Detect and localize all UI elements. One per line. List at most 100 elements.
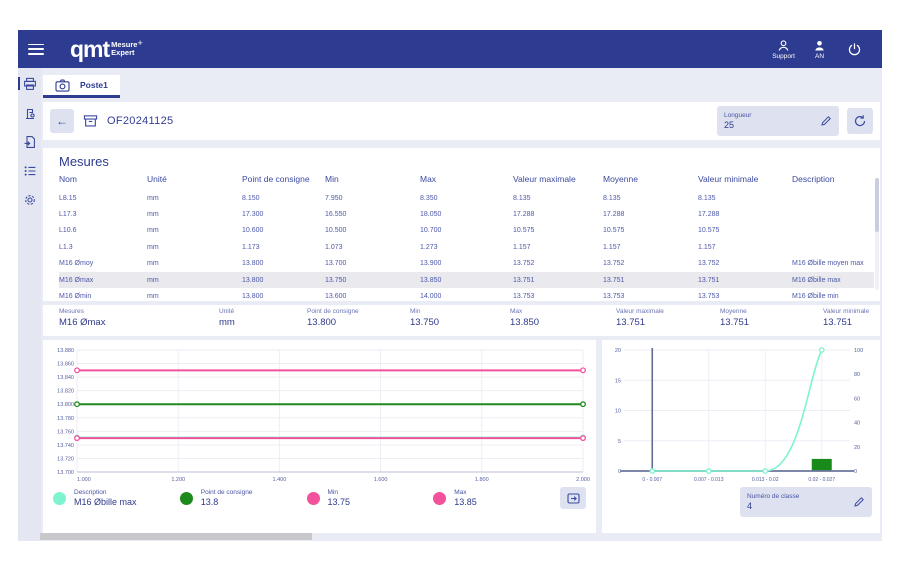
app-logo: qmt Mesure Expert + (70, 39, 143, 59)
longueur-label: Longueur (724, 112, 751, 119)
detail-value: 13.750 (410, 317, 510, 328)
svg-text:100: 100 (854, 348, 863, 354)
table-row[interactable]: M16 Ømoymm13.80013.70013.90013.75213.752… (59, 256, 874, 272)
printer-icon (23, 77, 37, 91)
table-cell: 17.288 (513, 211, 603, 218)
horizontal-scrollbar[interactable] (40, 533, 312, 540)
table-cell: 13.752 (603, 260, 698, 267)
user-account-button[interactable]: AN (813, 39, 826, 60)
active-item-indicator (18, 77, 20, 90)
table-scrollbar[interactable] (875, 178, 879, 290)
support-button[interactable]: Support (772, 39, 795, 60)
table-cell: 13.600 (325, 293, 420, 300)
user-icon (813, 39, 826, 52)
table-cell: 18.050 (420, 211, 513, 218)
legend-item[interactable]: Max13.85 (433, 489, 560, 507)
expand-chart-icon (567, 493, 580, 504)
legend-item[interactable]: Min13.75 (307, 489, 434, 507)
svg-text:60: 60 (854, 396, 860, 402)
longueur-field[interactable]: Longueur 25 (717, 106, 839, 136)
column-header[interactable]: Nom (59, 174, 147, 184)
measures-table-body: L8.15mm8.1507.9508.3508.1358.1358.135L17… (59, 190, 874, 301)
table-cell: 7.950 (325, 195, 420, 202)
sidebar-item-export[interactable] (23, 135, 37, 149)
sidebar-item-measure[interactable] (23, 77, 37, 91)
table-row[interactable]: L8.15mm8.1507.9508.3508.1358.1358.135 (59, 190, 874, 206)
table-cell: 10.575 (513, 227, 603, 234)
table-cell: 13.800 (242, 260, 325, 267)
table-row[interactable]: L17.3mm17.30016.55018.05017.28817.28817.… (59, 206, 874, 222)
column-header[interactable]: Unité (147, 174, 242, 184)
back-arrow-icon: ← (56, 114, 68, 128)
order-icon (83, 114, 98, 128)
table-cell: mm (147, 195, 242, 202)
table-row[interactable]: M16 Ømaxmm13.80013.75013.85013.75113.751… (59, 272, 874, 288)
column-header[interactable]: Moyenne (603, 174, 698, 184)
logout-button[interactable] (847, 42, 862, 57)
table-cell: 1.073 (325, 244, 420, 251)
svg-text:1.000: 1.000 (77, 477, 91, 483)
table-cell: 17.288 (603, 211, 698, 218)
classes-field[interactable]: Numéro de classe 4 (740, 487, 872, 517)
table-cell: mm (147, 244, 242, 251)
table-row[interactable]: L10.6mm10.60010.50010.70010.57510.57510.… (59, 223, 874, 239)
sidebar-item-settings[interactable] (23, 193, 37, 207)
column-header[interactable]: Valeur minimale (698, 174, 792, 184)
svg-text:13.860: 13.860 (57, 362, 74, 368)
svg-text:13.840: 13.840 (57, 375, 74, 381)
detail-value: M16 Ømax (59, 317, 219, 328)
legend-label: Min (328, 489, 351, 496)
table-cell: 13.751 (698, 277, 792, 284)
column-header[interactable]: Valeur maximale (513, 174, 603, 184)
column-header[interactable]: Point de consigne (242, 174, 325, 184)
table-cell: 8.350 (420, 195, 513, 202)
detail-field: Valeur maximale13.751 (616, 308, 720, 336)
edit-pencil-icon[interactable] (820, 115, 832, 127)
table-cell: L1.3 (59, 244, 147, 251)
table-cell: 13.751 (603, 277, 698, 284)
histogram-chart[interactable]: 051015200204060801000 - 0.0070.007 - 0.0… (606, 345, 874, 485)
table-cell: 1.157 (698, 244, 792, 251)
svg-text:1.800: 1.800 (475, 477, 489, 483)
table-cell: 1.273 (420, 244, 513, 251)
sidebar-item-list[interactable] (23, 164, 37, 178)
detail-field: MesuresM16 Ømax (59, 308, 219, 336)
machine-icon (23, 106, 37, 120)
list-icon (23, 164, 37, 178)
tab-poste1[interactable]: Poste1 (43, 75, 120, 98)
table-row[interactable]: L1.3mm1.1731.0731.2731.1571.1571.157 (59, 239, 874, 255)
table-cell: M16 Ømin (59, 293, 147, 300)
table-cell: M16 Øbille min (792, 293, 874, 300)
svg-text:2.000: 2.000 (576, 477, 590, 483)
svg-text:1.600: 1.600 (374, 477, 388, 483)
legend-item[interactable]: DescriptionM16 Øbille max (53, 489, 180, 507)
svg-text:0.02 - 0.027: 0.02 - 0.027 (808, 477, 835, 483)
detail-field: Moyenne13.751 (720, 308, 823, 336)
measure-line-chart[interactable]: 1.0001.2001.4001.6001.8002.00013.88013.8… (47, 345, 592, 485)
table-cell: mm (147, 211, 242, 218)
edit-pencil-icon[interactable] (853, 496, 865, 508)
svg-text:10: 10 (615, 409, 621, 415)
svg-text:0.013 - 0.02: 0.013 - 0.02 (752, 477, 779, 483)
logo-text: qmt (70, 39, 109, 59)
detail-label: Unité (219, 308, 307, 315)
table-cell: 13.752 (513, 260, 603, 267)
tab-bar: Poste1 (43, 75, 880, 98)
sidebar-item-machine[interactable] (23, 106, 37, 120)
selected-measure-detail: MesuresM16 ØmaxUnitémmPoint de consigne1… (43, 305, 880, 336)
expand-chart-button[interactable] (560, 487, 586, 509)
table-row[interactable]: M16 Øminmm13.80013.60014.00013.75313.753… (59, 288, 874, 301)
table-cell: M16 Ømoy (59, 260, 147, 267)
refresh-button[interactable] (847, 108, 873, 134)
column-header[interactable]: Min (325, 174, 420, 184)
detail-value: 13.751 (720, 317, 823, 328)
legend-item[interactable]: Point de consigne13.8 (180, 489, 307, 507)
column-header[interactable]: Description (792, 174, 874, 184)
column-header[interactable]: Max (420, 174, 513, 184)
table-cell: mm (147, 293, 242, 300)
back-button[interactable]: ← (50, 109, 74, 133)
table-cell: 13.753 (603, 293, 698, 300)
menu-icon[interactable] (28, 44, 44, 55)
table-cell: mm (147, 227, 242, 234)
user-label: AN (815, 53, 824, 60)
